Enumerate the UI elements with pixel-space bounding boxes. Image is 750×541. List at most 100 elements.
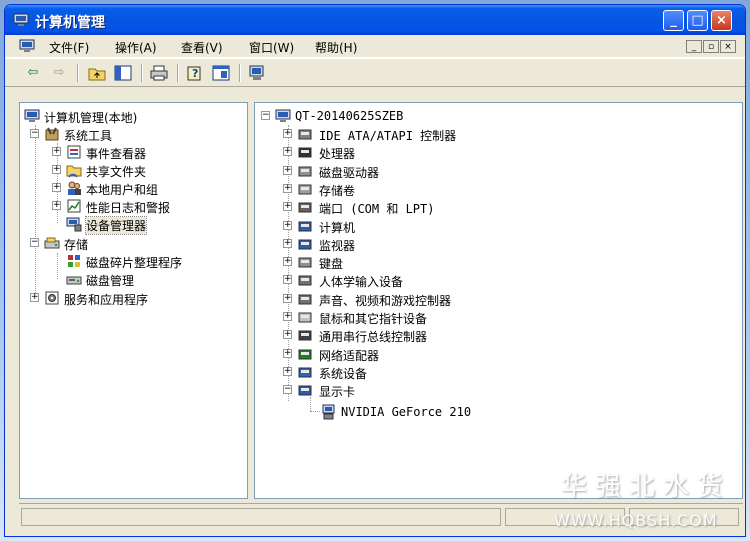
computer-icon[interactable] — [19, 38, 35, 54]
storage-icon — [44, 237, 60, 249]
svg-text:?: ? — [192, 67, 198, 80]
maximize-button[interactable]: □ — [687, 10, 708, 31]
expand-icon[interactable]: + — [30, 293, 39, 302]
expand-icon[interactable]: + — [283, 165, 292, 175]
expand-icon[interactable]: + — [283, 275, 292, 285]
users-icon — [68, 181, 81, 195]
expand-icon[interactable]: + — [283, 202, 292, 212]
tree-item-label: 共享文件夹 — [86, 165, 147, 179]
collapse-icon[interactable]: − — [30, 238, 39, 247]
device-category-label: 显示卡 — [319, 385, 356, 400]
up-folder-icon[interactable] — [87, 63, 107, 83]
expand-icon[interactable]: + — [283, 312, 292, 321]
close-button[interactable]: × — [711, 10, 732, 31]
device-category-label: IDE ATA/ATAPI 控制器 — [319, 129, 457, 143]
expand-icon[interactable]: + — [283, 183, 292, 193]
tools-icon — [45, 127, 59, 141]
expand-icon[interactable]: + — [283, 366, 292, 376]
expand-icon[interactable]: + — [283, 330, 292, 340]
tree-line — [35, 125, 36, 293]
mdi-minimize-button[interactable]: _ — [686, 40, 702, 53]
menu-action[interactable]: 操作(A) — [115, 39, 157, 56]
expand-icon[interactable]: + — [283, 348, 292, 358]
device-category-label: 监视器 — [319, 238, 356, 253]
device-category-label: 存储卷 — [319, 183, 356, 198]
expand-icon[interactable]: + — [283, 147, 292, 157]
computer-icon — [275, 109, 291, 122]
menu-view[interactable]: 查看(V) — [181, 39, 223, 56]
tree-item-label: 本地用户和组 — [86, 183, 159, 197]
tree-line — [57, 253, 58, 279]
help-icon[interactable]: ? — [185, 63, 205, 83]
device-label: NVIDIA GeForce 210 — [341, 405, 472, 419]
mouse-icon — [298, 312, 312, 323]
display-adapter-icon — [298, 385, 312, 396]
tree-item-label: 设备管理器 — [84, 216, 148, 235]
expand-icon[interactable]: + — [52, 165, 61, 174]
expand-icon[interactable]: + — [283, 220, 292, 230]
device-category-label: 计算机 — [319, 220, 356, 235]
watermark-text: 华强北水货 — [561, 472, 732, 502]
console-tree-pane[interactable]: 计算机管理(本地) − 系统工具 + 事件查看器 + 共享文件夹 + 本地用户和… — [19, 102, 248, 499]
device-category-label: 鼠标和其它指针设备 — [319, 312, 428, 326]
collapse-icon[interactable]: − — [261, 111, 270, 120]
device-manager-icon — [66, 217, 82, 232]
mdi-restore-button[interactable]: ▫ — [703, 40, 719, 53]
forward-icon[interactable]: ⇨ — [49, 63, 69, 83]
device-list-pane[interactable]: − QT-20140625SZEB + IDE ATA/ATAPI 控制器 + 处理器… — [254, 102, 743, 499]
toolbar-separator — [239, 64, 241, 82]
menu-bar: 文件(F) 操作(A) 查看(V) 窗口(W) 帮助(H) _ ▫ × — [5, 35, 745, 58]
back-icon[interactable]: ⇦ — [23, 63, 43, 83]
processor-icon — [298, 147, 312, 158]
minimize-button[interactable]: _ — [663, 10, 684, 31]
device-category-label: 处理器 — [319, 147, 356, 162]
device-category-label: 系统设备 — [319, 366, 368, 381]
performance-icon — [67, 199, 81, 213]
scan-hardware-icon[interactable] — [247, 63, 267, 83]
tree-line — [310, 397, 311, 411]
computer-management-icon — [13, 13, 29, 26]
tree-item-label: 性能日志和警报 — [86, 201, 171, 215]
expand-icon[interactable]: + — [283, 129, 292, 138]
tree-item-label: 存储 — [64, 238, 89, 252]
menu-file[interactable]: 文件(F) — [49, 39, 89, 56]
tree-item-label: 事件查看器 — [86, 147, 147, 161]
title-bar[interactable]: 计算机管理 _ □ × — [5, 5, 745, 35]
collapse-icon[interactable]: − — [283, 385, 292, 395]
properties-icon[interactable] — [211, 63, 231, 83]
menu-help[interactable]: 帮助(H) — [315, 39, 357, 56]
tree-item-label: 磁盘碎片整理程序 — [86, 256, 183, 270]
expand-icon[interactable]: + — [283, 293, 292, 303]
tree-item-label: 服务和应用程序 — [64, 293, 149, 307]
sound-icon — [298, 294, 312, 305]
device-category-label: 网络适配器 — [319, 348, 380, 363]
expand-icon[interactable]: + — [52, 147, 61, 156]
computer-management-window: 计算机管理 _ □ × 文件(F) 操作(A) 查看(V) 窗口(W) 帮助(H… — [4, 4, 746, 537]
collapse-icon[interactable]: − — [30, 129, 39, 138]
services-icon — [45, 291, 59, 305]
expand-icon[interactable]: + — [52, 183, 61, 192]
print-icon[interactable] — [149, 63, 169, 83]
menu-window[interactable]: 窗口(W) — [249, 39, 294, 56]
keyboard-icon — [298, 257, 312, 268]
expand-icon[interactable]: + — [283, 257, 292, 267]
ide-controller-icon — [298, 129, 312, 140]
expand-icon[interactable]: + — [283, 238, 292, 248]
disk-management-icon — [66, 276, 82, 285]
device-category-label: 人体学输入设备 — [319, 275, 404, 290]
toolbar: ⇦ ⇨ ? — [5, 58, 745, 87]
device-category-label: 通用串行总线控制器 — [319, 330, 428, 345]
tree-line — [310, 411, 320, 412]
tree-item-label: 系统工具 — [64, 129, 113, 143]
show-hide-tree-icon[interactable] — [113, 63, 133, 83]
expand-icon[interactable]: + — [52, 201, 61, 210]
mdi-close-button[interactable]: × — [720, 40, 736, 53]
tree-root-label: 计算机管理(本地) — [44, 111, 138, 125]
hid-icon — [298, 275, 312, 286]
port-icon — [298, 202, 312, 213]
toolbar-separator — [177, 64, 179, 82]
system-device-icon — [298, 367, 312, 378]
shared-folder-icon — [66, 165, 82, 178]
defrag-icon — [68, 255, 80, 267]
usb-icon — [298, 330, 312, 341]
